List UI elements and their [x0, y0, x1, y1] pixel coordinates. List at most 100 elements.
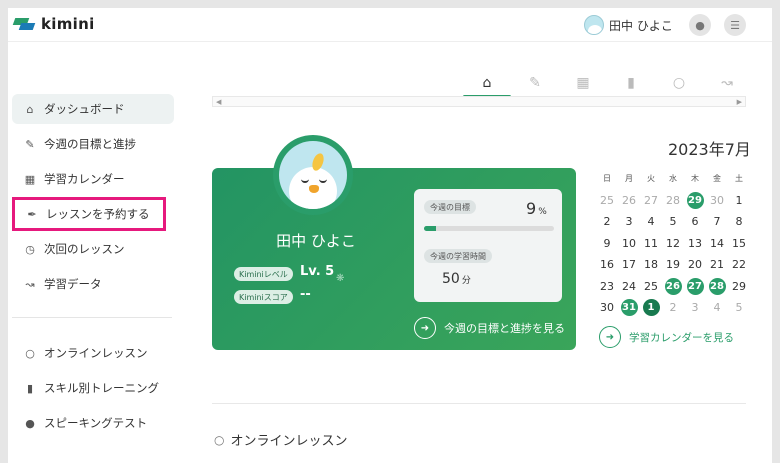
sidebar-item-label: スキル別トレーニング: [44, 381, 159, 395]
book-icon: ▮: [26, 381, 34, 395]
mini-calendar: 日月火水木金土 25 26 27 28 29 30 1 2 3 4 5 6 7 8 9 10 11 12 13 14 1…: [596, 168, 750, 319]
calendar-day[interactable]: 31: [618, 299, 640, 317]
calendar-link-text: 学習カレンダーを見る: [629, 331, 734, 344]
feather-icon: ✒: [27, 207, 37, 221]
calendar-day[interactable]: 8: [728, 215, 750, 228]
calendar-day[interactable]: 9: [596, 237, 618, 250]
tab-data[interactable]: ↝: [703, 68, 751, 98]
calendar-day[interactable]: 11: [640, 237, 662, 250]
score-value: --: [300, 287, 311, 302]
arrow-right-icon: ➜: [599, 326, 621, 348]
calendar-day[interactable]: 1: [728, 194, 750, 207]
calendar-week: 25 26 27 28 29 30 1: [596, 190, 750, 212]
sidebar-item-skill-training[interactable]: ▮ スキル別トレーニング: [12, 373, 174, 403]
user-menu[interactable]: 田中 ひよこ: [584, 15, 673, 35]
weekly-time-label: 今週の学習時間: [424, 249, 492, 263]
line-chart-icon: ↝: [721, 75, 733, 91]
app-frame: kimini 田中 ひよこ ● ☰ ⌂ ダッシュボード ✎ 今週の目標と進捗 ▦…: [8, 8, 772, 463]
calendar-day[interactable]: 2: [596, 215, 618, 228]
home-icon: ⌂: [482, 75, 492, 91]
tab-goals[interactable]: ✎: [511, 68, 559, 98]
calendar-day[interactable]: 19: [662, 258, 684, 271]
calendar-day[interactable]: 3: [684, 301, 706, 314]
chat-bubble-icon: ○: [25, 346, 35, 360]
calendar-day[interactable]: 30: [706, 194, 728, 207]
calendar-day[interactable]: 3: [618, 215, 640, 228]
calendar-day[interactable]: 26: [618, 194, 640, 207]
calendar-day[interactable]: 14: [706, 237, 728, 250]
calendar-day[interactable]: 4: [640, 215, 662, 228]
sidebar-item-online-lesson[interactable]: ○ オンラインレッスン: [12, 338, 174, 368]
sidebar-item-calendar[interactable]: ▦ 学習カレンダー: [12, 164, 174, 194]
calendar-day[interactable]: 22: [728, 258, 750, 271]
sidebar-item-dashboard[interactable]: ⌂ ダッシュボード: [12, 94, 174, 124]
calendar-weekday: 金: [713, 174, 721, 184]
profile-name: 田中 ひよこ: [276, 232, 356, 250]
calendar-week: 9 10 11 12 13 14 15: [596, 233, 750, 255]
sidebar-item-label: オンラインレッスン: [44, 346, 148, 360]
tab-lessons[interactable]: ○: [655, 68, 703, 98]
sidebar-item-label: スピーキングテスト: [44, 416, 148, 430]
tab-training[interactable]: ▮: [607, 68, 655, 98]
calendar-day[interactable]: 25: [640, 280, 662, 293]
calendar-day[interactable]: 23: [596, 280, 618, 293]
calendar-day[interactable]: 12: [662, 237, 684, 250]
dashboard-tabs: ⌂ ✎ ▦ ▮ ○ ↝: [463, 68, 751, 98]
calendar-day[interactable]: 28: [706, 277, 728, 295]
calendar-day[interactable]: 30: [596, 301, 618, 314]
sidebar-item-next-lesson[interactable]: ◷ 次回のレッスン: [12, 234, 174, 264]
home-icon: ⌂: [26, 102, 34, 116]
sidebar-item-reserve-lesson[interactable]: ✒ レッスンを予約する: [12, 197, 166, 231]
calendar-day[interactable]: 16: [596, 258, 618, 271]
scroll-left-icon[interactable]: ◀: [216, 98, 221, 106]
chat-bubble-icon[interactable]: ●: [689, 14, 711, 36]
scroll-right-icon[interactable]: ▶: [737, 98, 742, 106]
calendar-day[interactable]: 27: [640, 194, 662, 207]
calendar-day[interactable]: 1: [640, 299, 662, 317]
tab-calendar[interactable]: ▦: [559, 68, 607, 98]
menu-icon[interactable]: ☰: [724, 14, 746, 36]
weekly-stats-box: 今週の目標 9% 今週の学習時間 50 分: [414, 189, 562, 302]
sidebar-item-speaking-test[interactable]: ● スピーキングテスト: [12, 408, 174, 438]
chat-bubble-icon: ○: [672, 75, 686, 91]
calendar-day[interactable]: 25: [596, 194, 618, 207]
tab-home[interactable]: ⌂: [463, 68, 511, 98]
calendar-day[interactable]: 18: [640, 258, 662, 271]
calendar-day[interactable]: 4: [706, 301, 728, 314]
calendar-day[interactable]: 10: [618, 237, 640, 250]
weekly-goal-label: 今週の目標: [424, 200, 476, 214]
calendar-day[interactable]: 5: [662, 215, 684, 228]
calendar-day[interactable]: 28: [662, 194, 684, 207]
calendar-day[interactable]: 6: [684, 215, 706, 228]
calendar-day[interactable]: 13: [684, 237, 706, 250]
calendar-day[interactable]: 27: [684, 277, 706, 295]
avatar: [584, 15, 604, 35]
calendar-weekday: 木: [691, 174, 699, 184]
online-lesson-section-title: ○ オンラインレッスン: [214, 432, 348, 450]
calendar-day[interactable]: 29: [728, 280, 750, 293]
sidebar-item-weekly-goal[interactable]: ✎ 今週の目標と進捗: [12, 129, 174, 159]
tab-scrollbar[interactable]: ◀ ▶: [212, 96, 746, 107]
calendar-day[interactable]: 26: [662, 277, 684, 295]
calendar-day[interactable]: 15: [728, 237, 750, 250]
calendar-day[interactable]: 2: [662, 301, 684, 314]
calendar-day[interactable]: 17: [618, 258, 640, 271]
gear-icon[interactable]: ❋: [336, 273, 344, 284]
sidebar-item-learning-data[interactable]: ↝ 学習データ: [12, 269, 174, 299]
weekly-goal-link[interactable]: ➜ 今週の目標と進捗を見る: [414, 317, 565, 339]
calendar-day[interactable]: 21: [706, 258, 728, 271]
calendar-day[interactable]: 20: [684, 258, 706, 271]
score-badge: Kiminiスコア: [234, 290, 293, 304]
top-bar: kimini 田中 ひよこ ● ☰: [8, 8, 772, 42]
sidebar-item-label: ダッシュボード: [44, 102, 125, 116]
calendar-day[interactable]: 7: [706, 215, 728, 228]
calendar-link[interactable]: ➜ 学習カレンダーを見る: [599, 326, 734, 348]
sidebar-item-label: 学習カレンダー: [44, 172, 125, 186]
profile-avatar: [273, 135, 353, 215]
kimini-logo[interactable]: kimini: [12, 15, 95, 33]
calendar-week: 16 17 18 19 20 21 22: [596, 254, 750, 276]
sidebar: ⌂ ダッシュボード ✎ 今週の目標と進捗 ▦ 学習カレンダー ✒ レッスンを予約…: [12, 94, 174, 443]
calendar-day[interactable]: 5: [728, 301, 750, 314]
calendar-day[interactable]: 24: [618, 280, 640, 293]
calendar-day[interactable]: 29: [684, 191, 706, 209]
